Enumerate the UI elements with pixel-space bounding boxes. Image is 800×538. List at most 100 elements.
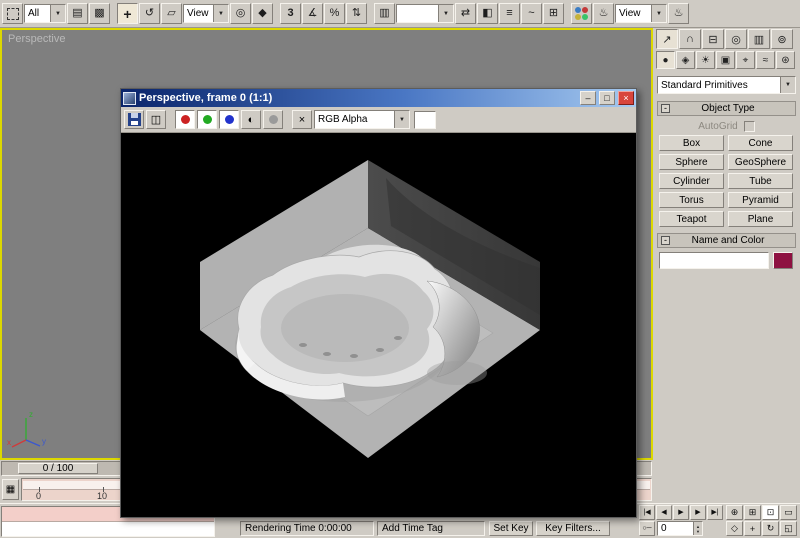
render-scene-button[interactable]: ♨ [593, 3, 614, 24]
play-button[interactable]: ▶ [673, 505, 689, 520]
torus-button[interactable]: Torus [659, 192, 724, 208]
quick-render-button[interactable]: ♨ [668, 3, 689, 24]
pivot-center-button[interactable]: ◎ [230, 3, 251, 24]
named-selection-sets-dropdown[interactable]: ▼ [396, 4, 454, 23]
min-max-toggle-button[interactable]: ◱ [780, 521, 797, 536]
object-name-field[interactable] [659, 252, 769, 269]
next-frame-button[interactable]: ▶ [690, 505, 706, 520]
frame-spinner[interactable]: ▲ ▼ [693, 522, 702, 535]
select-rotate-button[interactable]: ↺ [139, 3, 160, 24]
previous-frame-button[interactable]: ◀ [656, 505, 672, 520]
snap-toggle-button[interactable]: 3 [280, 3, 301, 24]
mirror-button[interactable]: ⇄ [455, 3, 476, 24]
time-slider-handle[interactable]: 0 / 100 [18, 463, 98, 474]
tab-utilities[interactable]: ⊚ [771, 29, 793, 49]
subtab-cameras[interactable]: ▣ [716, 51, 735, 69]
listener-input-line[interactable] [2, 522, 214, 536]
box-button[interactable]: Box [659, 135, 724, 151]
select-scale-button[interactable]: ▱ [161, 3, 182, 24]
subtab-systems[interactable]: ⊛ [776, 51, 795, 69]
crossing-selection-button[interactable]: ▩ [89, 3, 110, 24]
go-to-end-button[interactable]: ▶| [707, 505, 723, 520]
channel-display-dropdown[interactable]: RGB Alpha ▼ [314, 110, 410, 129]
blue-channel-button[interactable] [219, 110, 239, 129]
selection-region-button[interactable] [2, 3, 23, 24]
subtab-space-warps[interactable]: ≈ [756, 51, 775, 69]
pivot-center-icon: ◎ [235, 7, 246, 19]
teapot-button[interactable]: Teapot [659, 211, 724, 227]
coordinate-system-dropdown[interactable]: View ▼ [183, 4, 229, 23]
monochrome-button[interactable]: ◐ [241, 110, 261, 129]
minimize-button[interactable]: – [580, 91, 596, 105]
close-button[interactable]: × [618, 91, 634, 105]
go-to-start-button[interactable]: |◀ [639, 505, 655, 520]
material-editor-button[interactable] [571, 3, 592, 24]
current-frame-field[interactable]: 0 ▲ ▼ [657, 521, 703, 536]
autogrid-checkbox[interactable] [743, 120, 755, 132]
green-channel-button[interactable] [197, 110, 217, 129]
save-bitmap-button[interactable] [124, 110, 144, 129]
key-mode-toggle-button[interactable]: ○─ [639, 521, 655, 536]
rotate-icon: ↺ [144, 7, 155, 19]
primitive-category-dropdown[interactable]: Standard Primitives ▼ [657, 76, 796, 94]
zoom-extents-button[interactable]: ⊡ [762, 505, 779, 520]
selection-filter-dropdown[interactable]: All ▼ [24, 4, 66, 23]
set-key-button[interactable]: Set Key [489, 521, 533, 536]
key-filters-button[interactable]: Key Filters... [536, 521, 610, 536]
pyramid-button[interactable]: Pyramid [728, 192, 793, 208]
layer-manager-button[interactable]: ≡ [499, 3, 520, 24]
render-window-titlebar[interactable]: Perspective, frame 0 (1:1) – □ × [121, 89, 636, 107]
tube-button[interactable]: Tube [728, 173, 793, 189]
go-to-end-icon: ▶| [711, 509, 719, 516]
tab-create[interactable]: ↗ [656, 29, 678, 49]
render-frame-window[interactable]: Perspective, frame 0 (1:1) – □ × ◫ ◐ × R… [120, 88, 637, 518]
autogrid-label: AutoGrid [698, 120, 738, 132]
cone-button[interactable]: Cone [728, 135, 793, 151]
tab-hierarchy[interactable]: ⊟ [702, 29, 724, 49]
clone-window-button[interactable]: ◫ [146, 110, 166, 129]
spinner-snap-button[interactable]: ⇅ [346, 3, 367, 24]
percent-snap-button[interactable]: % [324, 3, 345, 24]
tab-motion[interactable]: ◎ [725, 29, 747, 49]
clear-button[interactable]: × [292, 110, 312, 129]
red-channel-button[interactable] [175, 110, 195, 129]
alpha-channel-button[interactable] [263, 110, 283, 129]
name-and-color-rollout-header[interactable]: - Name and Color [657, 233, 796, 248]
background-color-swatch[interactable] [414, 110, 436, 129]
subtab-lights[interactable]: ☀ [696, 51, 715, 69]
mini-curve-editor-button[interactable]: ▦ [2, 479, 19, 500]
schematic-view-button[interactable]: ⊞ [543, 3, 564, 24]
align-button[interactable]: ◧ [477, 3, 498, 24]
tab-modify[interactable]: ∩ [679, 29, 701, 49]
plane-button[interactable]: Plane [728, 211, 793, 227]
named-selection-sets-button[interactable]: ▥ [374, 3, 395, 24]
select-by-name-button[interactable]: ▤ [67, 3, 88, 24]
arc-rotate-button[interactable]: ↻ [762, 521, 779, 536]
name-color-row [659, 252, 793, 269]
object-type-rollout-header[interactable]: - Object Type [657, 101, 796, 116]
tab-display[interactable]: ▥ [748, 29, 770, 49]
subtab-geometry[interactable]: ● [656, 51, 675, 69]
select-manipulate-button[interactable]: ◆ [252, 3, 273, 24]
zoom-all-icon: ⊞ [748, 507, 757, 517]
field-of-view-button[interactable]: ◇ [726, 521, 743, 536]
render-type-dropdown[interactable]: View ▼ [615, 4, 667, 23]
subtab-shapes[interactable]: ◈ [676, 51, 695, 69]
pan-button[interactable]: + [744, 521, 761, 536]
add-time-tag-field[interactable]: Add Time Tag [377, 521, 485, 536]
render-canvas[interactable] [121, 133, 636, 517]
geosphere-button[interactable]: GeoSphere [728, 154, 793, 170]
zoom-region-button[interactable]: ▭ [780, 505, 797, 520]
pan-icon: + [749, 523, 756, 534]
angle-snap-button[interactable]: ∡ [302, 3, 323, 24]
zoom-all-button[interactable]: ⊞ [744, 505, 761, 520]
sphere-button[interactable]: Sphere [659, 154, 724, 170]
zoom-button[interactable]: ⊕ [726, 505, 743, 520]
curve-editor-button[interactable]: ~ [521, 3, 542, 24]
viewport-label[interactable]: Perspective [8, 33, 65, 45]
cylinder-button[interactable]: Cylinder [659, 173, 724, 189]
subtab-helpers[interactable]: ⌖ [736, 51, 755, 69]
object-color-swatch[interactable] [773, 252, 793, 269]
maximize-button[interactable]: □ [599, 91, 615, 105]
select-move-button[interactable]: + [117, 3, 138, 24]
